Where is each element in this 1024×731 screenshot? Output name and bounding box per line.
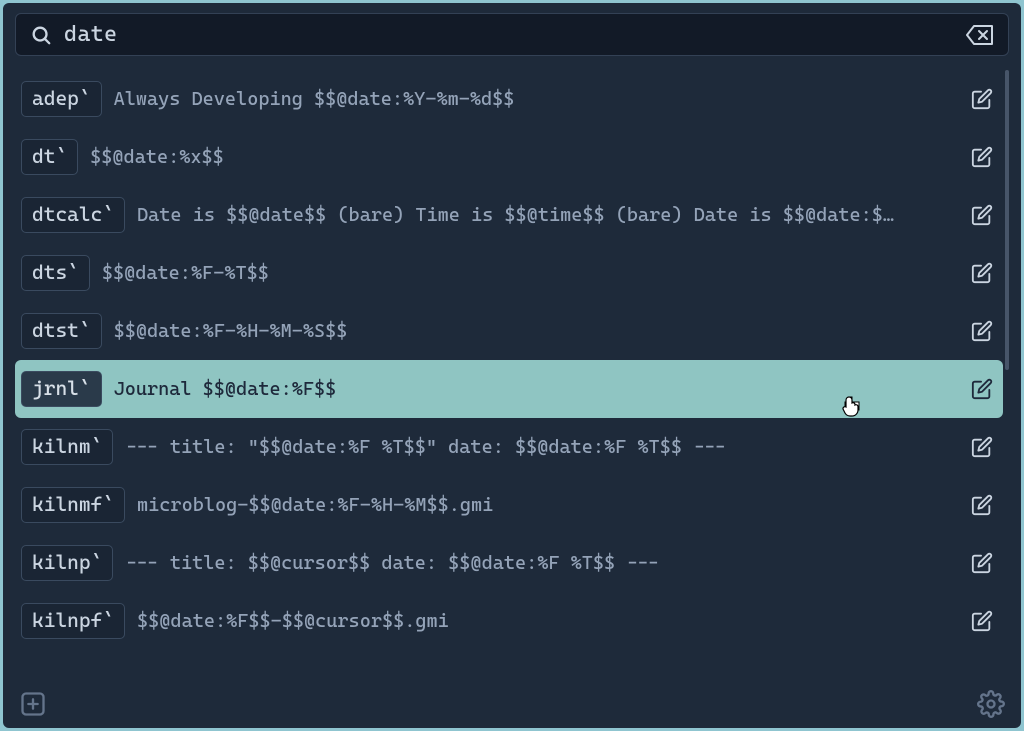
- search-bar: [15, 13, 1009, 56]
- snippet-trigger: kilnp`: [21, 545, 113, 581]
- edit-icon: [971, 436, 993, 458]
- edit-snippet-button[interactable]: [971, 552, 993, 574]
- edit-snippet-button[interactable]: [971, 494, 993, 516]
- snippet-row[interactable]: kilnmf` microblog-$$@date:%F-%H-%M$$.gmi: [15, 476, 1003, 534]
- edit-snippet-button[interactable]: [971, 204, 993, 226]
- edit-icon: [971, 378, 993, 400]
- snippet-trigger: dt`: [21, 139, 78, 175]
- snippet-trigger: kilnmf`: [21, 487, 125, 523]
- snippet-row[interactable]: dtst` $$@date:%F-%H-%M-%S$$: [15, 302, 1003, 360]
- snippet-row[interactable]: kilnp` --- title: $$@cursor$$ date: $$@da…: [15, 534, 1003, 592]
- edit-icon: [971, 610, 993, 632]
- edit-snippet-button[interactable]: [971, 436, 993, 458]
- snippet-description: $$@date:%F$$-$$@cursor$$.gmi: [137, 610, 959, 632]
- snippet-list: adep` Always Developing $$@date:%Y-%m-%d$…: [15, 70, 1009, 682]
- edit-snippet-button[interactable]: [971, 378, 993, 400]
- snippet-description: --- title: $$@cursor$$ date: $$@date:%F …: [125, 552, 959, 574]
- snippet-description: Journal $$@date:%F$$: [114, 378, 959, 400]
- edit-icon: [971, 320, 993, 342]
- edit-snippet-button[interactable]: [971, 320, 993, 342]
- snippet-row[interactable]: kilnpf` $$@date:%F$$-$$@cursor$$.gmi: [15, 592, 1003, 650]
- add-snippet-button[interactable]: [19, 690, 47, 718]
- snippet-trigger: dts`: [21, 255, 90, 291]
- app-window: adep` Always Developing $$@date:%Y-%m-%d$…: [3, 3, 1021, 728]
- snippet-description: --- title: "$$@date:%F %T$$" date: $$@da…: [125, 436, 959, 458]
- search-icon: [30, 24, 52, 46]
- snippet-row[interactable]: dtcalc` Date is $$@date$$ (bare) Time is …: [15, 186, 1003, 244]
- snippet-row[interactable]: dt` $$@date:%x$$: [15, 128, 1003, 186]
- edit-icon: [971, 494, 993, 516]
- snippet-description: Always Developing $$@date:%Y-%m-%d$$: [114, 88, 959, 110]
- snippet-row[interactable]: adep` Always Developing $$@date:%Y-%m-%d$…: [15, 70, 1003, 128]
- edit-icon: [971, 146, 993, 168]
- clear-search-button[interactable]: [966, 24, 994, 46]
- snippet-row[interactable]: kilnm` --- title: "$$@date:%F %T$$" date:…: [15, 418, 1003, 476]
- snippet-description: microblog-$$@date:%F-%H-%M$$.gmi: [137, 494, 959, 516]
- edit-icon: [971, 552, 993, 574]
- snippet-description: $$@date:%F-%H-%M-%S$$: [114, 320, 959, 342]
- edit-snippet-button[interactable]: [971, 88, 993, 110]
- snippet-row[interactable]: dts` $$@date:%F-%T$$: [15, 244, 1003, 302]
- snippet-trigger: dtcalc`: [21, 197, 125, 233]
- snippet-description: $$@date:%x$$: [90, 146, 959, 168]
- footer: [15, 686, 1009, 720]
- snippet-description: Date is $$@date$$ (bare) Time is $$@time…: [137, 204, 959, 226]
- snippet-trigger: kilnm`: [21, 429, 113, 465]
- edit-icon: [971, 204, 993, 226]
- gear-icon: [977, 690, 1005, 718]
- search-input[interactable]: [64, 22, 954, 47]
- edit-icon: [971, 88, 993, 110]
- snippet-trigger: dtst`: [21, 313, 102, 349]
- backspace-icon: [966, 24, 994, 46]
- edit-snippet-button[interactable]: [971, 610, 993, 632]
- edit-snippet-button[interactable]: [971, 146, 993, 168]
- plus-box-icon: [19, 690, 47, 718]
- snippet-trigger: jrnl`: [21, 371, 102, 407]
- snippet-trigger: adep`: [21, 81, 102, 117]
- snippet-trigger: kilnpf`: [21, 603, 125, 639]
- settings-button[interactable]: [977, 690, 1005, 718]
- edit-icon: [971, 262, 993, 284]
- edit-snippet-button[interactable]: [971, 262, 993, 284]
- scrollbar[interactable]: [1005, 70, 1009, 370]
- snippet-row[interactable]: jrnl` Journal $$@date:%F$$: [15, 360, 1003, 418]
- snippet-description: $$@date:%F-%T$$: [102, 262, 959, 284]
